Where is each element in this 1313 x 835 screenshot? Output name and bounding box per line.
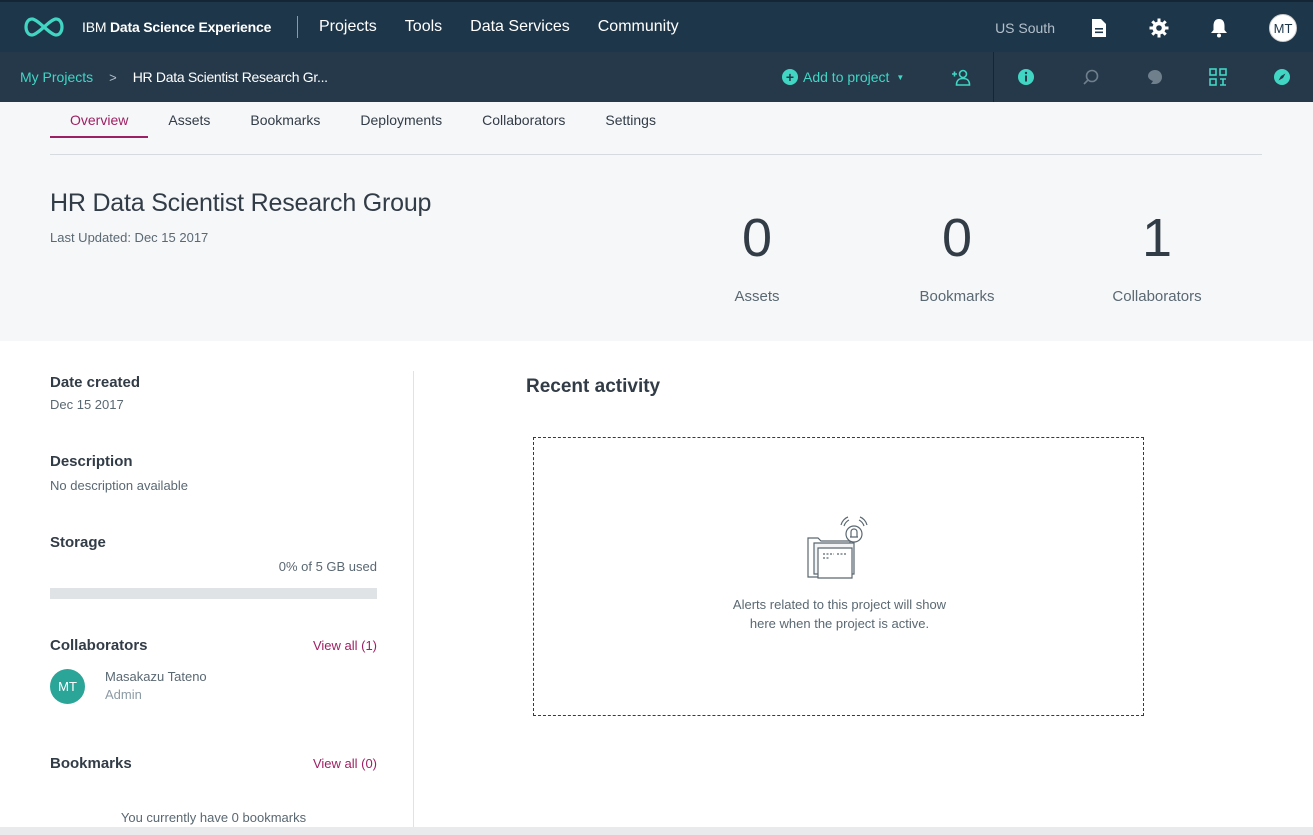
activity-message-line-2: here when the project is active. [749, 616, 930, 631]
collaborators-label: Collaborators [50, 637, 148, 654]
project-tabs: Overview Assets Bookmarks Deployments Co… [50, 102, 1262, 155]
add-to-project-button[interactable]: + Add to project ▼ [782, 52, 904, 102]
bookmarks-empty-message: You currently have 0 bookmarks [120, 810, 307, 825]
avatar: MT [50, 668, 85, 704]
history-icon[interactable] [1081, 67, 1101, 87]
storage-label: Storage [50, 534, 106, 551]
nav-data-services[interactable]: Data Services [470, 18, 570, 36]
bell-icon[interactable] [1209, 18, 1229, 38]
stat-value: 0 [741, 208, 773, 268]
collaborator-role: Admin [105, 687, 142, 702]
grid-icon[interactable] [1208, 67, 1228, 87]
tab-bookmarks[interactable]: Bookmarks [230, 85, 340, 138]
date-created-label: Date created [50, 374, 141, 391]
stat-value: 1 [1141, 208, 1173, 268]
last-updated: Last Updated: Dec 15 2017 [50, 230, 209, 245]
info-icon[interactable] [1016, 67, 1036, 87]
brand[interactable]: IBM Data Science Experience [0, 2, 297, 52]
gear-icon[interactable] [1149, 18, 1169, 38]
main-nav: Projects Tools Data Services Community [319, 18, 707, 36]
region-selector[interactable]: US South [995, 20, 1055, 36]
stat-label: Collaborators [1112, 288, 1202, 305]
storage-usage-text: 0% of 5 GB used [278, 559, 377, 574]
toolbar-divider [993, 52, 994, 102]
page-title: HR Data Scientist Research Group [50, 189, 432, 217]
project-header: Overview Assets Bookmarks Deployments Co… [0, 102, 1313, 341]
caret-down-icon: ▼ [896, 72, 905, 82]
tab-assets[interactable]: Assets [148, 85, 230, 138]
top-navbar: IBM Data Science Experience Projects Too… [0, 0, 1313, 52]
nav-community[interactable]: Community [598, 18, 679, 36]
description-label: Description [50, 453, 133, 470]
horizontal-scrollbar[interactable] [0, 827, 1313, 835]
view-all-bookmarks-link[interactable]: View all (0) [313, 756, 377, 771]
column-divider [413, 371, 414, 831]
view-all-collaborators-link[interactable]: View all (1) [313, 638, 377, 653]
recent-activity-title: Recent activity [526, 376, 661, 397]
community-icon[interactable] [1145, 67, 1165, 87]
collaborator-name: Masakazu Tateno [105, 669, 207, 684]
collaborator-info: Masakazu Tateno Admin [105, 668, 207, 704]
nav-tools[interactable]: Tools [405, 18, 442, 36]
brand-divider [297, 16, 298, 38]
stat-label: Assets [734, 288, 780, 305]
tab-settings[interactable]: Settings [585, 85, 676, 138]
stat-collaborators[interactable]: 1 Collaborators [1077, 206, 1237, 305]
stat-label: Bookmarks [919, 288, 995, 305]
storage-progress-bar [50, 588, 377, 599]
infinity-logo-icon [24, 17, 64, 37]
collaborator-item[interactable]: MT Masakazu Tateno Admin [50, 668, 207, 704]
recent-activity-panel: Alerts related to this project will show… [533, 437, 1144, 716]
folder-alert-icon [807, 516, 868, 579]
nav-projects[interactable]: Projects [319, 18, 377, 36]
recent-activity-empty-message: Alerts related to this project will show… [534, 595, 1145, 633]
plus-circle-icon: + [782, 69, 798, 85]
bookmarks-label: Bookmarks [50, 755, 132, 772]
brand-product: Data Science Experience [110, 19, 272, 35]
compass-icon[interactable] [1272, 67, 1292, 87]
description-value: No description available [50, 478, 189, 493]
breadcrumb-separator: > [109, 69, 117, 85]
stat-value: 0 [941, 208, 973, 268]
add-to-project-label: Add to project [803, 69, 890, 85]
tab-overview[interactable]: Overview [50, 85, 149, 138]
breadcrumb-my-projects[interactable]: My Projects [20, 69, 93, 85]
stat-assets[interactable]: 0 Assets [677, 206, 837, 305]
user-avatar[interactable]: MT [1269, 14, 1297, 42]
stat-bookmarks[interactable]: 0 Bookmarks [877, 206, 1037, 305]
date-created-value: Dec 15 2017 [50, 397, 124, 412]
brand-name: IBM Data Science Experience [82, 19, 271, 35]
activity-message-line-1: Alerts related to this project will show [732, 597, 947, 612]
tab-collaborators[interactable]: Collaborators [462, 85, 585, 138]
tab-deployments[interactable]: Deployments [340, 85, 462, 138]
top-right-controls: US South MT [995, 2, 1313, 54]
breadcrumb-current-project: HR Data Scientist Research Gr... [132, 69, 328, 85]
brand-prefix: IBM [82, 19, 107, 35]
add-collaborator-icon[interactable] [951, 67, 971, 87]
document-icon[interactable] [1089, 18, 1109, 38]
